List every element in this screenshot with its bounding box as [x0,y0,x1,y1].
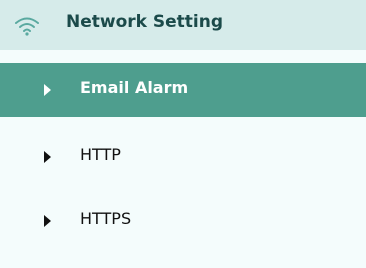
menu-item-label: HTTPS [80,209,132,228]
menu-item-https[interactable]: HTTPS [0,194,366,248]
caret-right-icon [44,215,51,227]
menu-item-label: HTTP [80,145,121,164]
settings-sidebar: Network Setting Email Alarm HTTP HTTPS [0,0,366,268]
wifi-icon [14,16,40,36]
menu-item-http[interactable]: HTTP [0,130,366,184]
caret-right-icon [44,151,51,163]
section-title: Network Setting [66,12,224,32]
menu-item-label: Email Alarm [80,78,189,97]
caret-right-icon [44,84,51,96]
menu-item-email-alarm[interactable]: Email Alarm [0,63,366,117]
section-header-network-setting[interactable]: Network Setting [0,0,366,50]
